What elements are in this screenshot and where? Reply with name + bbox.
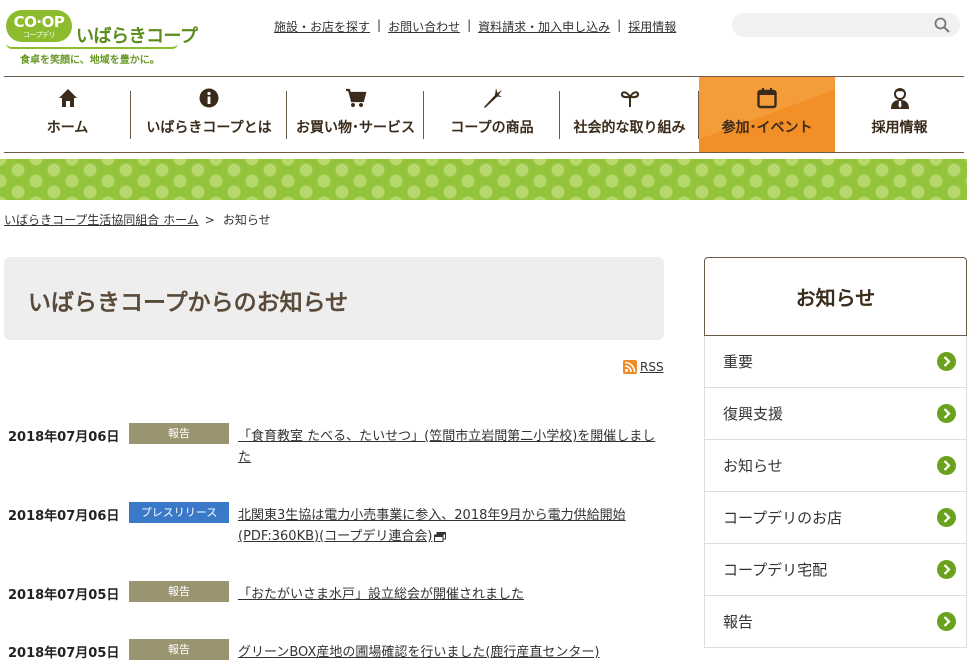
person-icon: [890, 88, 909, 109]
site-logo[interactable]: CO·OP コープデリ いばらきコープ 食卓を笑顔に、地域を豊かに。: [6, 10, 198, 66]
arrow-right-circle-icon: [937, 612, 956, 631]
nav-item-products[interactable]: コープの商品: [424, 77, 560, 152]
toplink-contact[interactable]: お問い合わせ: [388, 18, 460, 35]
sidebar-item-label: コープデリのお店: [723, 509, 843, 527]
search-box: [732, 13, 960, 37]
nav-item-events[interactable]: 参加･イベント: [699, 77, 835, 152]
breadcrumb-home-link[interactable]: いばらきコープ生活協同組合 ホーム: [4, 213, 199, 227]
sidebar-item-label: 重要: [723, 353, 754, 371]
toplink-separator: |: [467, 18, 472, 32]
sidebar-item-coopdeli-stores[interactable]: コープデリのお店: [705, 492, 966, 544]
carrot-icon: [484, 88, 502, 108]
arrow-right-circle-icon: [937, 404, 956, 423]
nav-label: お買い物･サービス: [296, 120, 415, 136]
news-date: 2018年07月05日: [8, 588, 120, 603]
nav-label: ホーム: [46, 120, 89, 136]
breadcrumb: いばらきコープ生活協同組合 ホーム > お知らせ: [4, 211, 271, 228]
home-icon: [58, 89, 77, 107]
arrow-right-circle-icon: [937, 560, 956, 579]
sidebar-item-reports[interactable]: 報告: [705, 596, 966, 648]
toplink-separator: |: [377, 18, 382, 32]
coop-logo-mark: CO·OP コープデリ: [6, 10, 72, 42]
sidebar-item-recovery-support[interactable]: 復興支援: [705, 388, 966, 440]
nav-item-about[interactable]: いばらきコープとは: [131, 77, 287, 152]
calendar-icon: [757, 88, 777, 109]
news-title-link[interactable]: 「おたがいさま水戸」設立総会が開催されました: [238, 584, 668, 605]
global-nav: ホーム いばらきコープとは お買い物･サービス コープの商品 社会的な取り組み …: [4, 76, 964, 153]
nav-item-social[interactable]: 社会的な取り組み: [560, 77, 699, 152]
rss-label: RSS: [640, 360, 664, 374]
arrow-right-circle-icon: [937, 352, 956, 371]
sidebar-item-coopdeli-delivery[interactable]: コープデリ宅配: [705, 544, 966, 596]
sidebar-heading: お知らせ: [704, 257, 967, 336]
news-category-badge: プレスリリース: [129, 502, 229, 523]
nav-item-recruit[interactable]: 採用情報: [835, 77, 964, 152]
news-date: 2018年07月06日: [8, 509, 120, 524]
toplink-find-store[interactable]: 施設・お店を探す: [274, 18, 370, 35]
news-category-badge: 報告: [129, 639, 229, 660]
info-icon: [199, 88, 219, 108]
decorative-dot-band-overlay: [0, 159, 967, 200]
external-window-icon: [434, 531, 447, 542]
news-date: 2018年07月06日: [8, 430, 120, 445]
sidebar-item-label: 報告: [723, 613, 754, 631]
news-category-badge: 報告: [129, 581, 229, 602]
news-title-text: 北関東3生協は電力小売事業に参入、2018年9月から電力供給開始(PDF:360…: [238, 508, 626, 544]
page-title: いばらきコープからのお知らせ: [28, 290, 349, 316]
sidebar-item-label: お知らせ: [723, 457, 783, 475]
nav-label: コープの商品: [450, 120, 534, 136]
sidebar-category-list: 重要 復興支援 お知らせ コープデリのお店 コープデリ宅配 報告: [704, 336, 967, 648]
news-category-badge: 報告: [129, 423, 229, 444]
page-title-box: いばらきコープからのお知らせ: [4, 257, 664, 340]
coop-logo-subtext: コープデリ: [22, 31, 56, 39]
coop-logo-text: CO·OP: [13, 13, 65, 31]
search-input[interactable]: [732, 13, 922, 37]
toplink-request-join[interactable]: 資料請求・加入申し込み: [478, 18, 610, 35]
arrow-right-circle-icon: [937, 456, 956, 475]
site-header: CO·OP コープデリ いばらきコープ 食卓を笑顔に、地域を豊かに。 施設・お店…: [0, 0, 967, 76]
chevron-right-icon: >: [204, 213, 215, 227]
utility-links: 施設・お店を探す | お問い合わせ | 資料請求・加入申し込み | 採用情報: [274, 18, 676, 35]
news-title-link[interactable]: 北関東3生協は電力小売事業に参入、2018年9月から電力供給開始(PDF:360…: [238, 505, 668, 547]
news-title-link[interactable]: 「食育教室 たべる、たいせつ」(笠間市立岩間第二小学校)を開催しました: [238, 426, 668, 468]
nav-label: 採用情報: [871, 120, 928, 136]
sidebar-item-notices[interactable]: お知らせ: [705, 440, 966, 492]
brand-tagline: 食卓を笑顔に、地域を豊かに。: [20, 55, 160, 66]
sprout-icon: [620, 91, 639, 107]
arrow-right-circle-icon: [937, 508, 956, 527]
search-icon[interactable]: [934, 17, 950, 33]
sidebar-item-label: 復興支援: [723, 405, 784, 423]
sidebar-item-important[interactable]: 重要: [705, 336, 966, 388]
nav-label: いばらきコープとは: [146, 120, 272, 136]
toplink-recruit[interactable]: 採用情報: [628, 18, 676, 35]
news-date: 2018年07月05日: [8, 646, 120, 661]
rss-icon: [623, 360, 637, 374]
rss-link[interactable]: RSS: [623, 360, 664, 374]
nav-item-shopping[interactable]: お買い物･サービス: [287, 77, 424, 152]
nav-label: 参加･イベント: [721, 120, 813, 136]
nav-item-home[interactable]: ホーム: [4, 77, 131, 152]
sidebar-item-label: コープデリ宅配: [723, 561, 828, 579]
logo-swoosh: [6, 43, 178, 49]
cart-icon: [345, 88, 366, 107]
toplink-separator: |: [617, 18, 622, 32]
breadcrumb-current: お知らせ: [222, 213, 271, 227]
nav-label: 社会的な取り組み: [573, 120, 686, 136]
news-title-link[interactable]: グリーンBOX産地の圃場確認を行いました(鹿行産直センター): [238, 642, 668, 662]
